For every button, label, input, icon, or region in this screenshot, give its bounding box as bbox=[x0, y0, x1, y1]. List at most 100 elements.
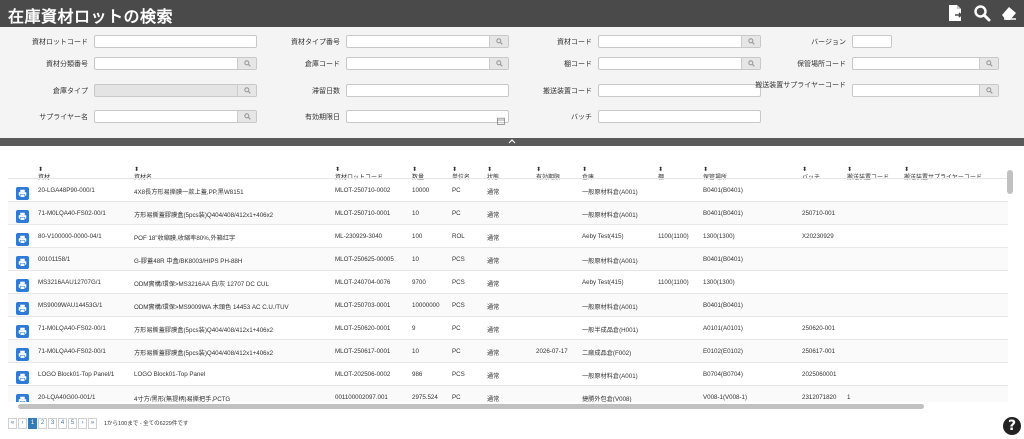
help-button[interactable]: ? bbox=[1003, 417, 1021, 435]
first-page-button[interactable]: « bbox=[8, 417, 17, 429]
table-row[interactable]: 80-V100000-0000-04/1 POF 18"收縮膜,收縮率80%,外箱… bbox=[8, 224, 1008, 248]
cell-material: 20-LQA40G00-001/1 bbox=[38, 394, 96, 401]
table-row[interactable]: 20-LGA48P90-000/1 4X8長方形易撕膜一款上蓋,PP,黑W8151… bbox=[8, 178, 1008, 202]
cell-status: 通常 bbox=[487, 373, 500, 380]
table-row[interactable]: MS3216AAU12707G/1 ODM實構/環保>MS3216AA 白/灰 1… bbox=[8, 270, 1008, 294]
material-type-no-field[interactable] bbox=[346, 35, 509, 53]
vertical-scroll-thumb[interactable] bbox=[1007, 170, 1013, 194]
print-label-button[interactable] bbox=[16, 279, 29, 292]
cell-batch: 250710-001 bbox=[802, 210, 836, 217]
cell-material-name: 方形易撕蓋膠膜盒(5pcs装)Q404/408/412x1+406x2 bbox=[134, 350, 274, 357]
warehouse-code-field[interactable] bbox=[346, 57, 509, 75]
cell-material-name: 4X8長方形易撕膜一款上蓋,PP,黑W8151 bbox=[134, 189, 244, 196]
export-button[interactable] bbox=[946, 4, 966, 23]
shelf-code-field[interactable] bbox=[598, 57, 761, 75]
transport-device-code-field[interactable] bbox=[598, 84, 761, 102]
next-page-button[interactable]: › bbox=[78, 417, 87, 429]
cell-status: 通常 bbox=[487, 258, 500, 265]
page-1-button[interactable]: 1 bbox=[28, 417, 37, 429]
table-row[interactable]: 00101158/1 G-膠蓋48R 中盒/BK8003/HIPS PH-88H M… bbox=[8, 247, 1008, 271]
expiry-date-input[interactable] bbox=[347, 117, 508, 128]
material-code-input[interactable] bbox=[599, 42, 760, 53]
col-header-shelf[interactable]: 棚 ⬍ bbox=[658, 166, 664, 181]
material-class-no-field[interactable] bbox=[94, 57, 257, 75]
col-header-expiry[interactable]: 有効期限 ⬍ bbox=[536, 166, 560, 181]
page-5-button[interactable]: 5 bbox=[68, 417, 77, 429]
storage-location-code-field[interactable] bbox=[852, 57, 999, 75]
print-label-button[interactable] bbox=[16, 394, 29, 402]
page-3-button[interactable]: 3 bbox=[48, 417, 57, 429]
clear-button[interactable] bbox=[1000, 4, 1020, 23]
print-label-button[interactable] bbox=[16, 187, 29, 200]
supplier-name-input[interactable] bbox=[95, 117, 256, 128]
col-header-lot-code[interactable]: 資材ロットコード ⬍ bbox=[335, 166, 383, 181]
batch-input[interactable] bbox=[599, 117, 760, 128]
print-icon bbox=[18, 373, 27, 382]
chevron-up-icon bbox=[508, 139, 516, 144]
table-row[interactable]: 20-LQA40G00-001/1 4寸方/黑形(無提柄)易撕把手,PCTG 001… bbox=[8, 385, 1008, 402]
batch-field[interactable] bbox=[598, 110, 761, 128]
storage-location-code-lookup-button[interactable] bbox=[979, 58, 998, 69]
col-header-material-name[interactable]: 資材名 ⬍ bbox=[134, 166, 152, 181]
print-label-button[interactable] bbox=[16, 210, 29, 223]
prev-page-button[interactable]: ‹ bbox=[18, 417, 27, 429]
print-label-button[interactable] bbox=[16, 302, 29, 315]
storage-location-code-input[interactable] bbox=[853, 64, 998, 75]
cell-shelf: 1100(1100) bbox=[658, 233, 689, 240]
horizontal-scroll-thumb[interactable] bbox=[18, 404, 924, 409]
material-code-field[interactable] bbox=[598, 35, 761, 53]
warehouse-type-field[interactable] bbox=[94, 84, 257, 102]
lot-code-input[interactable] bbox=[95, 42, 256, 53]
col-header-warehouse[interactable]: 倉庫 ⬍ bbox=[582, 166, 594, 181]
warehouse-code-input[interactable] bbox=[347, 64, 508, 75]
col-header-qty[interactable]: 数量 ⬍ bbox=[412, 166, 424, 181]
table-row[interactable]: 71-M0LQA40-FS02-00/1 方形易撕蓋膠膜盒(5pcs装)Q404/… bbox=[8, 316, 1008, 340]
page-4-button[interactable]: 4 bbox=[58, 417, 67, 429]
horizontal-scrollbar[interactable] bbox=[8, 402, 1008, 410]
warehouse-type-input[interactable] bbox=[95, 91, 256, 102]
version-input[interactable] bbox=[853, 42, 891, 53]
search-button[interactable] bbox=[973, 4, 993, 23]
vertical-scrollbar[interactable] bbox=[1006, 160, 1014, 402]
stagnant-days-label: 滞留日数 bbox=[312, 88, 340, 95]
lot-code-field[interactable] bbox=[94, 35, 257, 53]
col-header-unit[interactable]: 単位名 ⬍ bbox=[452, 166, 470, 181]
material-type-no-input[interactable] bbox=[347, 42, 508, 53]
supplier-name-field[interactable] bbox=[94, 110, 257, 128]
eraser-icon bbox=[1002, 7, 1016, 20]
batch-label: バッチ bbox=[571, 114, 592, 121]
search-icon bbox=[974, 5, 991, 22]
col-header-location[interactable]: 保管場所 ⬍ bbox=[703, 166, 727, 181]
material-class-no-input[interactable] bbox=[95, 64, 256, 75]
print-label-button[interactable] bbox=[16, 348, 29, 361]
print-label-button[interactable] bbox=[16, 233, 29, 246]
print-label-button[interactable] bbox=[16, 256, 29, 269]
stagnant-days-field[interactable] bbox=[346, 84, 509, 102]
col-header-material[interactable]: 資材 ⬍ bbox=[38, 166, 50, 181]
transport-supplier-code-label: 搬送装置サプライヤーコード bbox=[755, 82, 846, 89]
cell-status: 通常 bbox=[487, 304, 500, 311]
supplier-name-label: サプライヤー名 bbox=[39, 114, 88, 121]
table-row[interactable]: MS9009WAU14453G/1 ODM實構/環保>MS9009WA 木頭色 1… bbox=[8, 293, 1008, 317]
transport-device-code-input[interactable] bbox=[599, 91, 760, 102]
col-header-transport-code[interactable]: 搬送装置コード ⬍ bbox=[847, 166, 889, 181]
version-field[interactable] bbox=[852, 35, 892, 53]
print-label-button[interactable] bbox=[16, 371, 29, 384]
collapse-form-button[interactable] bbox=[507, 138, 517, 146]
page-2-button[interactable]: 2 bbox=[38, 417, 47, 429]
table-row[interactable]: 71-M0LQA40-FS02-00/1 方形易撕蓋膠膜盒(5pcs装)Q404/… bbox=[8, 339, 1008, 363]
last-page-button[interactable]: » bbox=[88, 417, 97, 429]
col-header-batch[interactable]: バッチ ⬍ bbox=[802, 166, 820, 181]
table-row[interactable]: 71-M0LQA40-FS02-00/1 方形易撕蓋膠膜盒(5pcs装)Q404/… bbox=[8, 201, 1008, 225]
transport-supplier-code-lookup-button[interactable] bbox=[979, 85, 998, 96]
expiry-date-field[interactable] bbox=[346, 110, 509, 128]
shelf-code-input[interactable] bbox=[599, 64, 760, 75]
print-label-button[interactable] bbox=[16, 325, 29, 338]
table-row[interactable]: LOGO Block01-Top Panel/1 LOGO Block01-Top… bbox=[8, 362, 1008, 386]
transport-supplier-code-field[interactable] bbox=[852, 84, 999, 102]
col-header-status[interactable]: 状態 ⬍ bbox=[487, 166, 499, 181]
print-icon bbox=[18, 189, 27, 198]
col-header-transport-supplier[interactable]: 搬送装置サプライヤーコード ⬍ bbox=[904, 166, 982, 181]
stagnant-days-input[interactable] bbox=[347, 91, 508, 102]
transport-supplier-code-input[interactable] bbox=[853, 91, 998, 102]
